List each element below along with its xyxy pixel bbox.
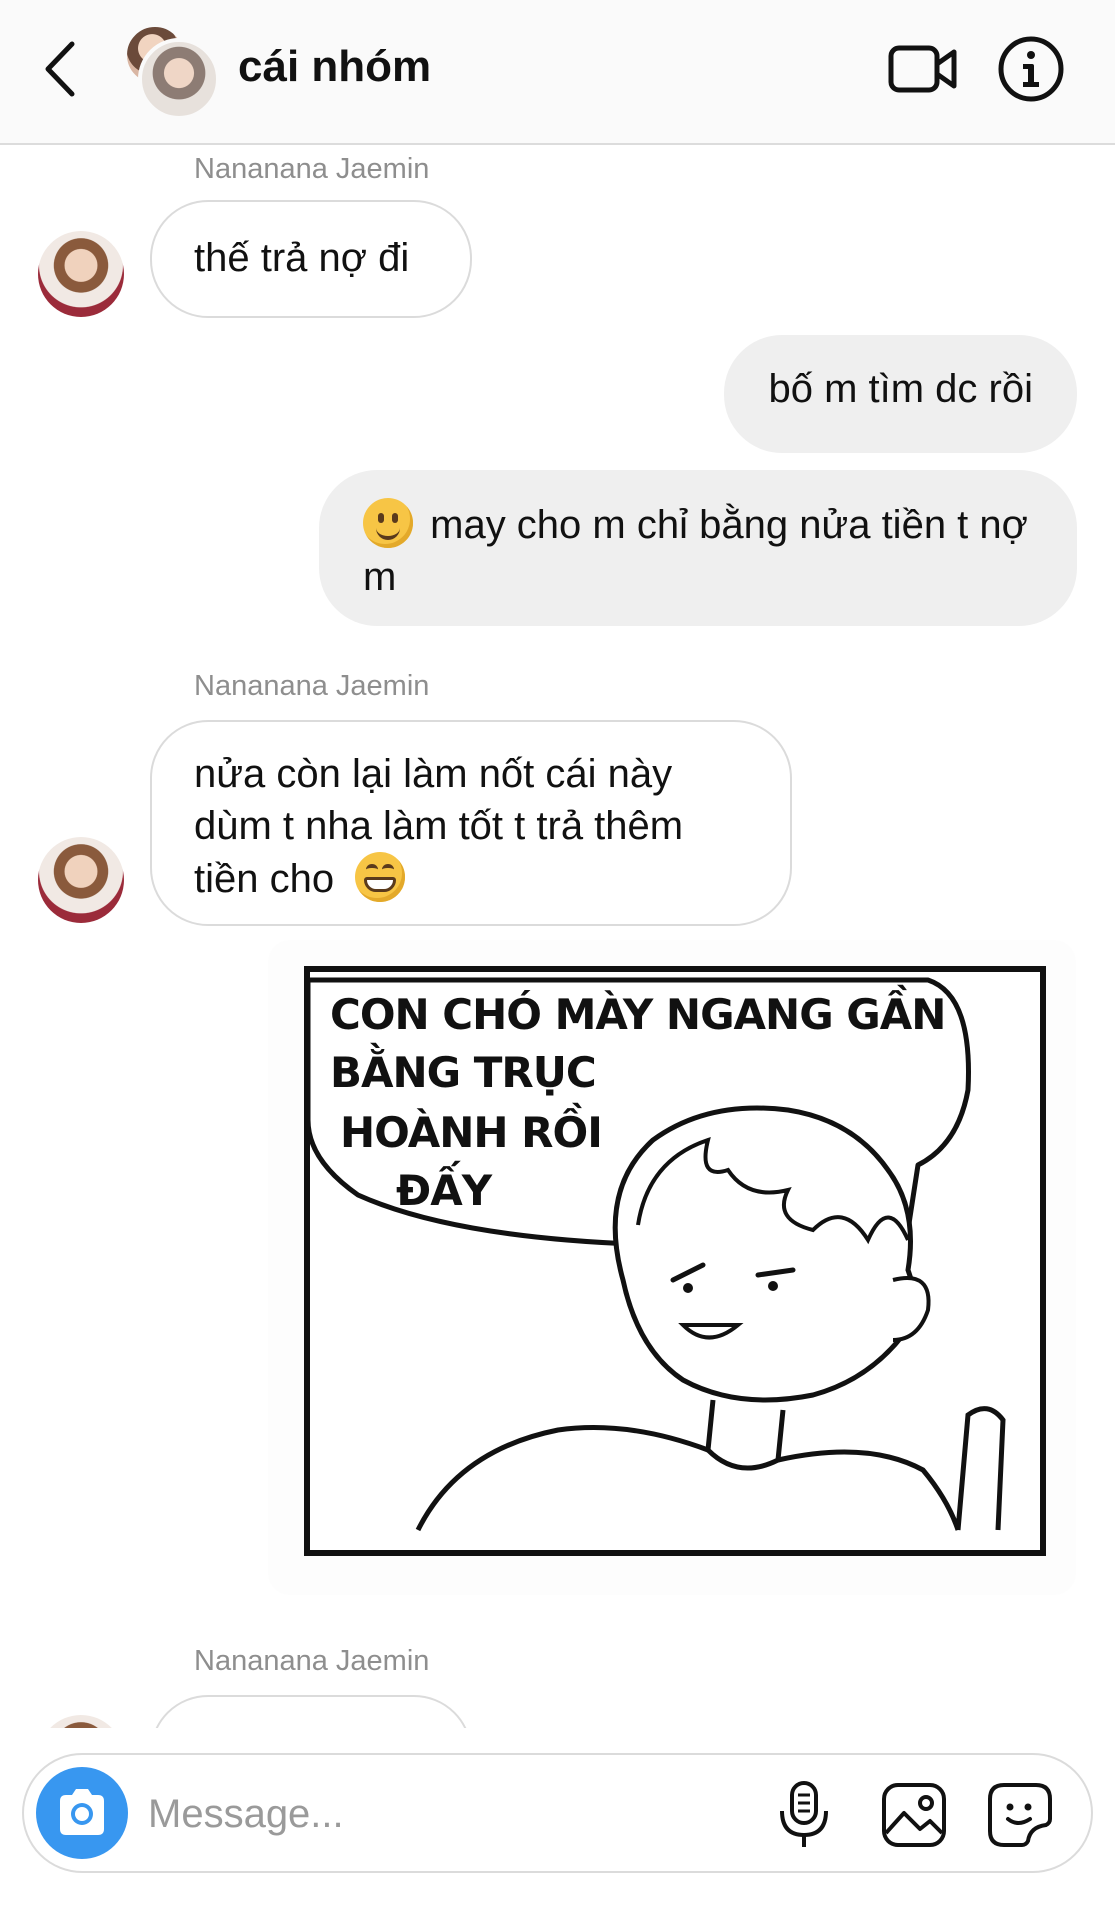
info-icon[interactable] xyxy=(996,34,1066,104)
message-bubble-incoming[interactable]: nửa còn lại làm nốt cái này dùm t nha là… xyxy=(150,720,792,926)
message-line: dùm t nha làm tốt t trả thêm xyxy=(194,804,684,848)
message-thread[interactable]: Nananana Jaemin thế trả nợ đi bố m tìm d… xyxy=(0,145,1115,1728)
avatar[interactable] xyxy=(38,837,124,923)
message-line: nửa còn lại làm nốt cái này xyxy=(194,752,673,796)
member-avatar-front xyxy=(138,38,220,120)
message-input[interactable] xyxy=(146,1785,630,1843)
microphone-icon[interactable] xyxy=(776,1779,832,1851)
avatar[interactable] xyxy=(38,1715,124,1728)
message-bubble-incoming[interactable] xyxy=(150,1695,472,1728)
sticker-icon[interactable] xyxy=(986,1781,1054,1849)
message-text: thế trả nợ đi xyxy=(194,236,410,280)
slightly-smiling-face-icon xyxy=(363,498,413,548)
video-camera-icon[interactable] xyxy=(888,40,958,100)
group-avatar[interactable] xyxy=(124,24,220,120)
comic-caption-line: HOÀNH RỒI xyxy=(340,1108,603,1157)
sender-name: Nananana Jaemin xyxy=(194,1645,430,1677)
message-text: may cho m chỉ bằng nửa tiền t nợ m xyxy=(363,503,1028,599)
grinning-face-icon xyxy=(355,852,406,902)
camera-icon[interactable] xyxy=(36,1767,128,1859)
sender-name: Nananana Jaemin xyxy=(194,153,430,185)
sender-name: Nananana Jaemin xyxy=(194,670,430,702)
comic-caption-line: CON CHÓ MÀY NGANG GẦN xyxy=(330,990,946,1039)
comic-caption-line: ĐẤY xyxy=(396,1166,492,1215)
message-bubble-outgoing[interactable]: may cho m chỉ bằng nửa tiền t nợ m xyxy=(319,470,1077,626)
message-bubble-outgoing[interactable]: bố m tìm dc rồi xyxy=(724,335,1077,453)
back-arrow-icon[interactable] xyxy=(38,38,82,100)
message-bubble-incoming[interactable]: thế trả nợ đi xyxy=(150,200,472,318)
message-composer xyxy=(22,1753,1093,1873)
comic-caption-line: BẰNG TRỤC xyxy=(330,1048,597,1097)
conversation-title[interactable]: cái nhóm xyxy=(238,42,431,92)
image-message[interactable]: CON CHÓ MÀY NGANG GẦN BẰNG TRỤC HOÀNH RỒ… xyxy=(268,940,1076,1595)
avatar[interactable] xyxy=(38,231,124,317)
message-line: tiền cho xyxy=(194,857,335,901)
chat-header: cái nhóm xyxy=(0,0,1115,145)
message-text: bố m tìm dc rồi xyxy=(768,367,1033,411)
gallery-icon[interactable] xyxy=(880,1781,948,1849)
